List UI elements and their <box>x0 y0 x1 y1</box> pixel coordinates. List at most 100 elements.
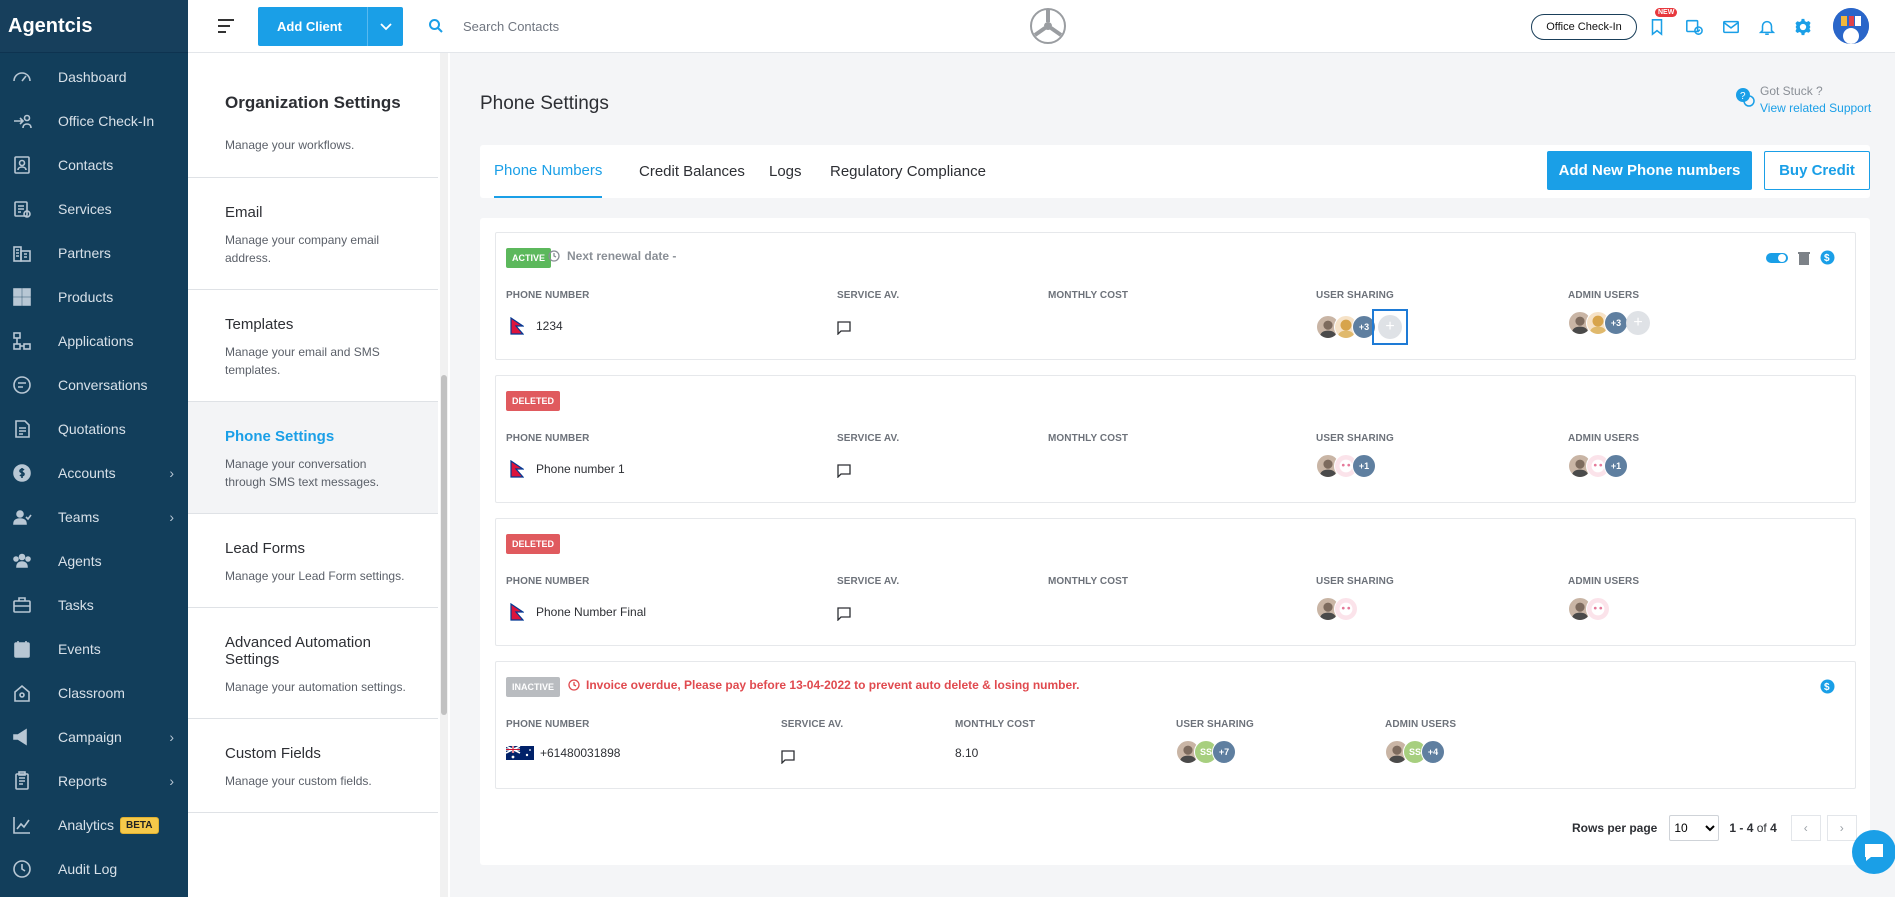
user-sharing-avatars <box>1316 597 1358 621</box>
sidebar-item-label: Conversations <box>58 377 148 393</box>
settings-item-templates[interactable]: Templates Manage your email and SMS temp… <box>188 290 438 402</box>
sidebar-item-products[interactable]: Products <box>0 275 188 319</box>
sidebar-item-services[interactable]: Services <box>0 187 188 231</box>
search-input[interactable] <box>463 14 723 38</box>
applications-icon <box>10 331 34 351</box>
phone-number: +61480031898 <box>540 746 621 760</box>
user-sharing-avatars: +1 <box>1316 454 1376 478</box>
more-users-count[interactable]: +7 <box>1212 740 1236 764</box>
tab-logs[interactable]: Logs <box>769 145 802 198</box>
sidebar-item-classroom[interactable]: Classroom <box>0 671 188 715</box>
settings-item-lead-forms[interactable]: Lead Forms Manage your Lead Form setting… <box>188 514 438 608</box>
reports-icon <box>10 771 34 791</box>
tab-phone-numbers[interactable]: Phone Numbers <box>494 145 603 198</box>
status-badge: DELETED <box>506 391 561 411</box>
dashboard-icon <box>10 67 34 87</box>
billing-icon[interactable]: $ <box>1820 250 1835 265</box>
sidebar-item-teams[interactable]: Teams › <box>0 495 188 539</box>
monthly-cost: 8.10 <box>955 746 979 760</box>
trash-icon[interactable] <box>1798 251 1810 265</box>
rows-per-page-select[interactable]: 10 <box>1669 815 1720 841</box>
settings-item-custom-fields[interactable]: Custom Fields Manage your custom fields. <box>188 719 438 813</box>
quotations-icon <box>10 419 34 439</box>
avatar[interactable] <box>1334 597 1358 621</box>
phone-number-cell: +61480031898 <box>506 746 620 760</box>
add-admin-button[interactable]: + <box>1626 311 1650 335</box>
brand-logo[interactable]: Agentcis <box>0 0 188 53</box>
sidebar-item-applications[interactable]: Applications <box>0 319 188 363</box>
sidebar-item-agents[interactable]: Agents <box>0 539 188 583</box>
settings-item-description: Manage your conversation through SMS tex… <box>225 457 380 489</box>
sidebar-item-quotations[interactable]: Quotations <box>0 407 188 451</box>
status-badge: ACTIVE <box>506 248 552 268</box>
gear-icon[interactable] <box>1793 17 1813 37</box>
bell-icon[interactable] <box>1757 17 1777 37</box>
next-page-button[interactable]: › <box>1826 815 1857 841</box>
settings-title: Organization Settings <box>225 93 401 112</box>
sidebar-item-label: Services <box>58 201 112 217</box>
settings-item-description: Manage your company email address. <box>225 233 380 265</box>
col-user-sharing: USER SHARING <box>1316 576 1394 587</box>
mail-icon[interactable] <box>1721 17 1741 37</box>
sidebar-item-reports[interactable]: Reports › <box>0 759 188 803</box>
col-user-sharing: USER SHARING <box>1176 719 1254 730</box>
bookmark-icon[interactable] <box>1647 17 1667 37</box>
prev-page-button[interactable]: ‹ <box>1790 815 1821 841</box>
billing-icon[interactable]: $ <box>1820 679 1835 694</box>
svg-text:$: $ <box>1824 253 1830 264</box>
more-users-count[interactable]: +1 <box>1352 454 1376 478</box>
admin-users-avatars <box>1568 597 1610 621</box>
sidebar-item-tasks[interactable]: Tasks <box>0 583 188 627</box>
calendar-check-icon[interactable] <box>1684 17 1704 37</box>
sidebar-item-audit-log[interactable]: Audit Log <box>0 847 188 891</box>
col-admin-users: ADMIN USERS <box>1568 433 1640 444</box>
chevron-right-icon: › <box>169 773 174 789</box>
tabs-bar: Phone Numbers Credit Balances Logs Regul… <box>480 145 1870 198</box>
row-actions: $ <box>1820 679 1835 694</box>
sidebar-item-label: Audit Log <box>58 861 118 877</box>
analytics-icon <box>10 815 34 835</box>
search-icon[interactable] <box>428 18 444 39</box>
settings-item-email[interactable]: Email Manage your company email address. <box>188 178 438 290</box>
add-client-button[interactable]: Add Client <box>258 7 403 46</box>
phone-row: DELETED PHONE NUMBER SERVICE AV. MONTHLY… <box>495 518 1856 646</box>
user-avatar[interactable] <box>1833 8 1869 44</box>
buy-credit-button[interactable]: Buy Credit <box>1764 151 1870 190</box>
user-sharing-avatars: SS +7 <box>1176 740 1236 764</box>
sidebar-item-partners[interactable]: Partners <box>0 231 188 275</box>
conversations-icon <box>10 375 34 395</box>
page-range: 1 - 4 of 4 <box>1729 821 1776 835</box>
sidebar-item-dashboard[interactable]: Dashboard <box>0 55 188 99</box>
sidebar-item-conversations[interactable]: Conversations <box>0 363 188 407</box>
phone-number-cell: Phone Number Final <box>510 603 646 621</box>
col-user-sharing: USER SHARING <box>1316 290 1394 301</box>
more-admins-count[interactable]: +3 <box>1604 311 1628 335</box>
plus-icon: + <box>1378 315 1402 339</box>
settings-item-advanced-automation[interactable]: Advanced Automation Settings Manage your… <box>188 608 438 719</box>
sidebar-item-office-check-in[interactable]: Office Check-In <box>0 99 188 143</box>
menu-toggle-icon[interactable] <box>218 19 234 37</box>
admin-users-avatars: +1 <box>1568 454 1628 478</box>
sidebar-item-analytics[interactable]: Analytics BETA <box>0 803 188 847</box>
more-admins-count[interactable]: +1 <box>1604 454 1628 478</box>
office-checkin-button[interactable]: Office Check-In <box>1531 14 1637 40</box>
support-link[interactable]: View related Support <box>1760 101 1871 115</box>
sidebar-item-events[interactable]: Events <box>0 627 188 671</box>
settings-item-workflows[interactable]: Manage your workflows. <box>188 138 438 178</box>
sidebar-item-label: Products <box>58 289 114 305</box>
tab-credit-balances[interactable]: Credit Balances <box>639 145 745 198</box>
sms-icon <box>781 750 795 764</box>
settings-scrollbar-thumb[interactable] <box>441 375 447 715</box>
sidebar-item-campaign[interactable]: Campaign › <box>0 715 188 759</box>
add-user-button[interactable]: + <box>1372 309 1408 345</box>
avatar[interactable] <box>1586 597 1610 621</box>
sidebar-item-contacts[interactable]: Contacts <box>0 143 188 187</box>
chevron-down-icon[interactable] <box>367 7 403 46</box>
sidebar-item-accounts[interactable]: Accounts › <box>0 451 188 495</box>
more-admins-count[interactable]: +4 <box>1421 740 1445 764</box>
toggle-icon[interactable] <box>1766 252 1788 264</box>
tab-regulatory-compliance[interactable]: Regulatory Compliance <box>830 145 986 198</box>
settings-item-phone-settings[interactable]: Phone Settings Manage your conversation … <box>188 402 438 514</box>
chat-launcher-icon[interactable] <box>1852 830 1895 874</box>
add-phone-numbers-button[interactable]: Add New Phone numbers <box>1547 151 1752 190</box>
